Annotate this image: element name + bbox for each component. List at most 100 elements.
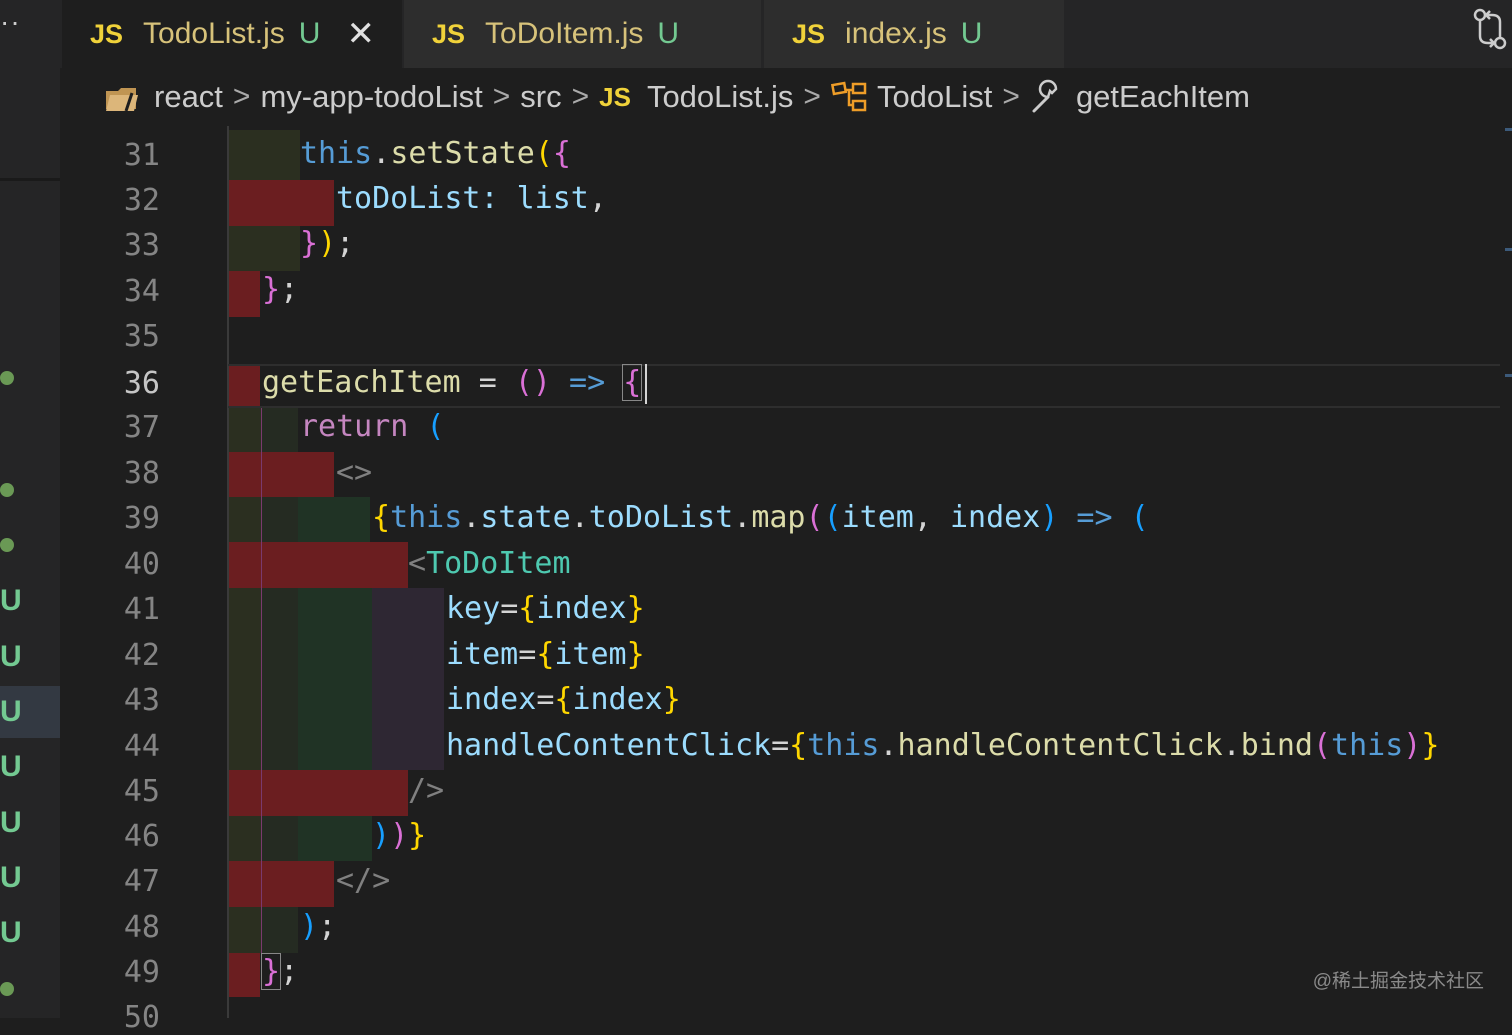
code-line[interactable]: <ToDoItem — [408, 546, 571, 581]
token-keyword: this — [1331, 728, 1404, 763]
token-punct: . — [1222, 728, 1241, 763]
scrollbar-marker — [1505, 128, 1512, 131]
token-function: handleContentClick — [897, 728, 1223, 763]
token-punct: , — [913, 500, 950, 535]
token-bracket: } — [300, 226, 319, 261]
token-attr: item — [446, 637, 519, 672]
line-number: 38 — [123, 456, 160, 491]
code-line[interactable]: /> — [408, 773, 444, 808]
token-punct: , — [588, 181, 607, 216]
text-cursor — [645, 364, 647, 404]
untracked-marker: U — [0, 640, 22, 673]
breadcrumb-folder-src[interactable]: src — [520, 79, 561, 115]
token-keyword: return — [300, 409, 409, 444]
line-number: 35 — [123, 319, 160, 354]
code-line[interactable]: index={index} — [446, 682, 681, 717]
token-bracket: ) — [390, 818, 409, 853]
more-actions-icon[interactable]: ·· — [0, 6, 21, 38]
token-bracket: ( — [534, 136, 553, 171]
git-status-dot — [0, 483, 14, 497]
code-line[interactable]: key={index} — [446, 591, 645, 626]
token-punct: ; — [318, 909, 337, 944]
token-function: setState — [390, 136, 535, 171]
token-keyword: this — [300, 136, 373, 171]
line-number: 43 — [123, 683, 160, 718]
code-line[interactable]: <> — [336, 455, 372, 490]
line-number: 44 — [123, 729, 160, 764]
tab-todolist[interactable]: JS TodoList.js U ✕ — [62, 0, 402, 68]
line-number-current: 36 — [123, 366, 160, 401]
token-operator: = — [771, 728, 790, 763]
line-number: 41 — [123, 592, 160, 627]
code-line[interactable]: handleContentClick={this.handleContentCl… — [446, 728, 1439, 763]
compare-changes-icon[interactable] — [1470, 6, 1510, 52]
line-number: 37 — [123, 410, 160, 445]
token-bracket: () — [514, 365, 551, 400]
token-arrow: => — [551, 365, 624, 400]
token-param: index — [950, 500, 1041, 535]
tab-todoitem[interactable]: JS ToDoItem.js U — [404, 0, 762, 68]
token-function: map — [751, 500, 806, 535]
token-punct: . — [879, 728, 898, 763]
token-fragment: </> — [336, 863, 391, 898]
token-angle: /> — [408, 773, 445, 808]
token-attr: handleContentClick — [446, 728, 772, 763]
code-line[interactable]: this.setState({ — [300, 136, 571, 171]
code-line[interactable]: }; — [260, 953, 298, 990]
js-file-icon: JS — [599, 81, 631, 112]
token-bracket: { — [372, 500, 391, 535]
token-punct: : — [480, 181, 517, 216]
code-line-current[interactable]: getEachItem = () => { — [262, 364, 643, 401]
token-bracket: { — [789, 728, 808, 763]
code-line[interactable]: ))} — [372, 818, 426, 853]
token-bracket: { — [552, 136, 571, 171]
token-variable: list — [516, 181, 589, 216]
close-icon[interactable]: ✕ — [346, 14, 375, 54]
code-line[interactable]: }; — [262, 272, 298, 307]
code-line[interactable]: item={item} — [446, 637, 645, 672]
tab-index[interactable]: JS index.js U — [764, 0, 1064, 68]
untracked-badge: U — [657, 17, 680, 50]
token-bracket: { — [622, 364, 643, 401]
code-line[interactable]: }); — [300, 226, 354, 261]
token-punct: ; — [280, 272, 299, 307]
breadcrumb-separator: > — [1002, 80, 1020, 113]
token-bracket: { — [554, 682, 573, 717]
token-bracket: } — [262, 272, 281, 307]
token-bracket: { — [518, 591, 537, 626]
breadcrumb-folder-react[interactable]: react — [154, 79, 223, 115]
token-property: toDoList — [336, 181, 481, 216]
git-status-dot — [0, 982, 14, 996]
token-bracket: ) — [1040, 500, 1059, 535]
untracked-marker: U — [0, 695, 22, 728]
line-number: 33 — [123, 228, 160, 263]
token-variable: index — [536, 591, 627, 626]
breadcrumb-class[interactable]: TodoList — [877, 79, 992, 115]
token-bracket: ) — [300, 909, 319, 944]
method-icon — [1032, 79, 1058, 113]
untracked-marker: U — [0, 916, 22, 949]
token-fragment: <> — [336, 455, 373, 490]
watermark: @稀土掘金技术社区 — [1312, 971, 1484, 992]
token-property: toDoList — [588, 500, 734, 535]
token-operator: = — [536, 682, 555, 717]
token-bracket: ) — [318, 226, 337, 261]
git-status-dot — [0, 371, 14, 385]
token-component: ToDoItem — [426, 546, 571, 581]
code-line[interactable]: ); — [300, 909, 336, 944]
code-line[interactable]: {this.state.toDoList.map((item, index) =… — [372, 500, 1149, 535]
code-line[interactable]: </> — [336, 863, 390, 898]
line-number: 32 — [123, 183, 160, 218]
line-number: 39 — [123, 501, 160, 536]
token-arrow: => — [1058, 500, 1131, 535]
breadcrumb-separator: > — [492, 80, 511, 113]
token-function: bind — [1240, 728, 1313, 763]
code-line[interactable]: return ( — [300, 409, 445, 444]
breadcrumb-file[interactable]: TodoList.js — [647, 79, 793, 115]
code-line[interactable]: toDoList: list, — [336, 181, 607, 216]
breadcrumb-folder-app[interactable]: my-app-todoList — [260, 79, 482, 115]
breadcrumb-method[interactable]: getEachItem — [1076, 79, 1250, 115]
class-icon — [830, 81, 867, 112]
panel-divider — [0, 178, 60, 181]
token-operator: = — [460, 365, 515, 400]
